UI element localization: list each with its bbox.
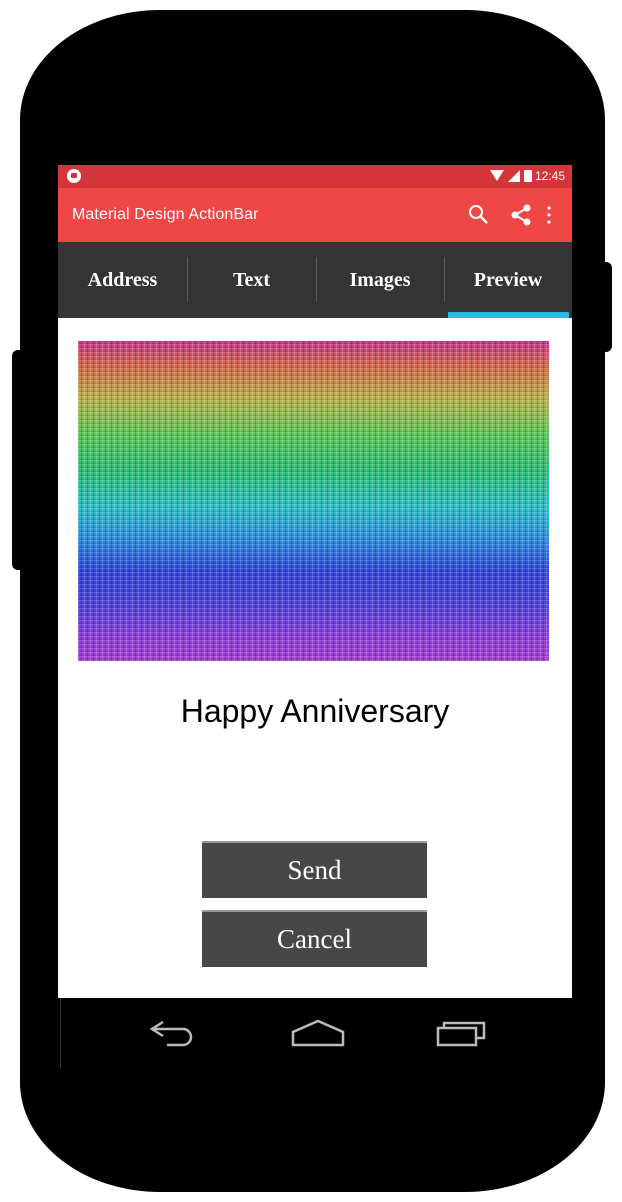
- navigation-bar: [60, 998, 573, 1068]
- back-icon[interactable]: [149, 1018, 199, 1048]
- cancel-button[interactable]: Cancel: [202, 910, 427, 967]
- action-bar: Material Design ActionBar: [58, 188, 572, 242]
- wifi-icon: [490, 170, 504, 181]
- tab-text[interactable]: Text: [187, 242, 316, 318]
- screen: 12:45 Material Design ActionBar Address …: [58, 165, 572, 998]
- tab-bar: Address Text Images Preview: [58, 242, 572, 318]
- search-icon[interactable]: [468, 204, 488, 224]
- power-button: [598, 262, 612, 352]
- notification-icon: [67, 169, 81, 183]
- tab-images[interactable]: Images: [316, 242, 444, 318]
- share-icon[interactable]: [510, 204, 532, 226]
- recents-icon[interactable]: [436, 1018, 488, 1048]
- battery-icon: [524, 170, 532, 182]
- volume-button: [12, 350, 26, 570]
- tab-preview[interactable]: Preview: [444, 242, 572, 318]
- signal-icon: [508, 170, 520, 182]
- send-button[interactable]: Send: [202, 841, 427, 898]
- app-title: Material Design ActionBar: [72, 206, 259, 223]
- status-time: 12:45: [534, 169, 565, 183]
- preview-image: [78, 341, 549, 661]
- tab-address[interactable]: Address: [58, 242, 187, 318]
- active-tab-indicator: [448, 312, 569, 318]
- home-icon[interactable]: [291, 1018, 345, 1048]
- overflow-menu-icon[interactable]: [544, 204, 554, 226]
- status-bar: 12:45: [58, 165, 572, 188]
- preview-caption: Happy Anniversary: [180, 693, 450, 729]
